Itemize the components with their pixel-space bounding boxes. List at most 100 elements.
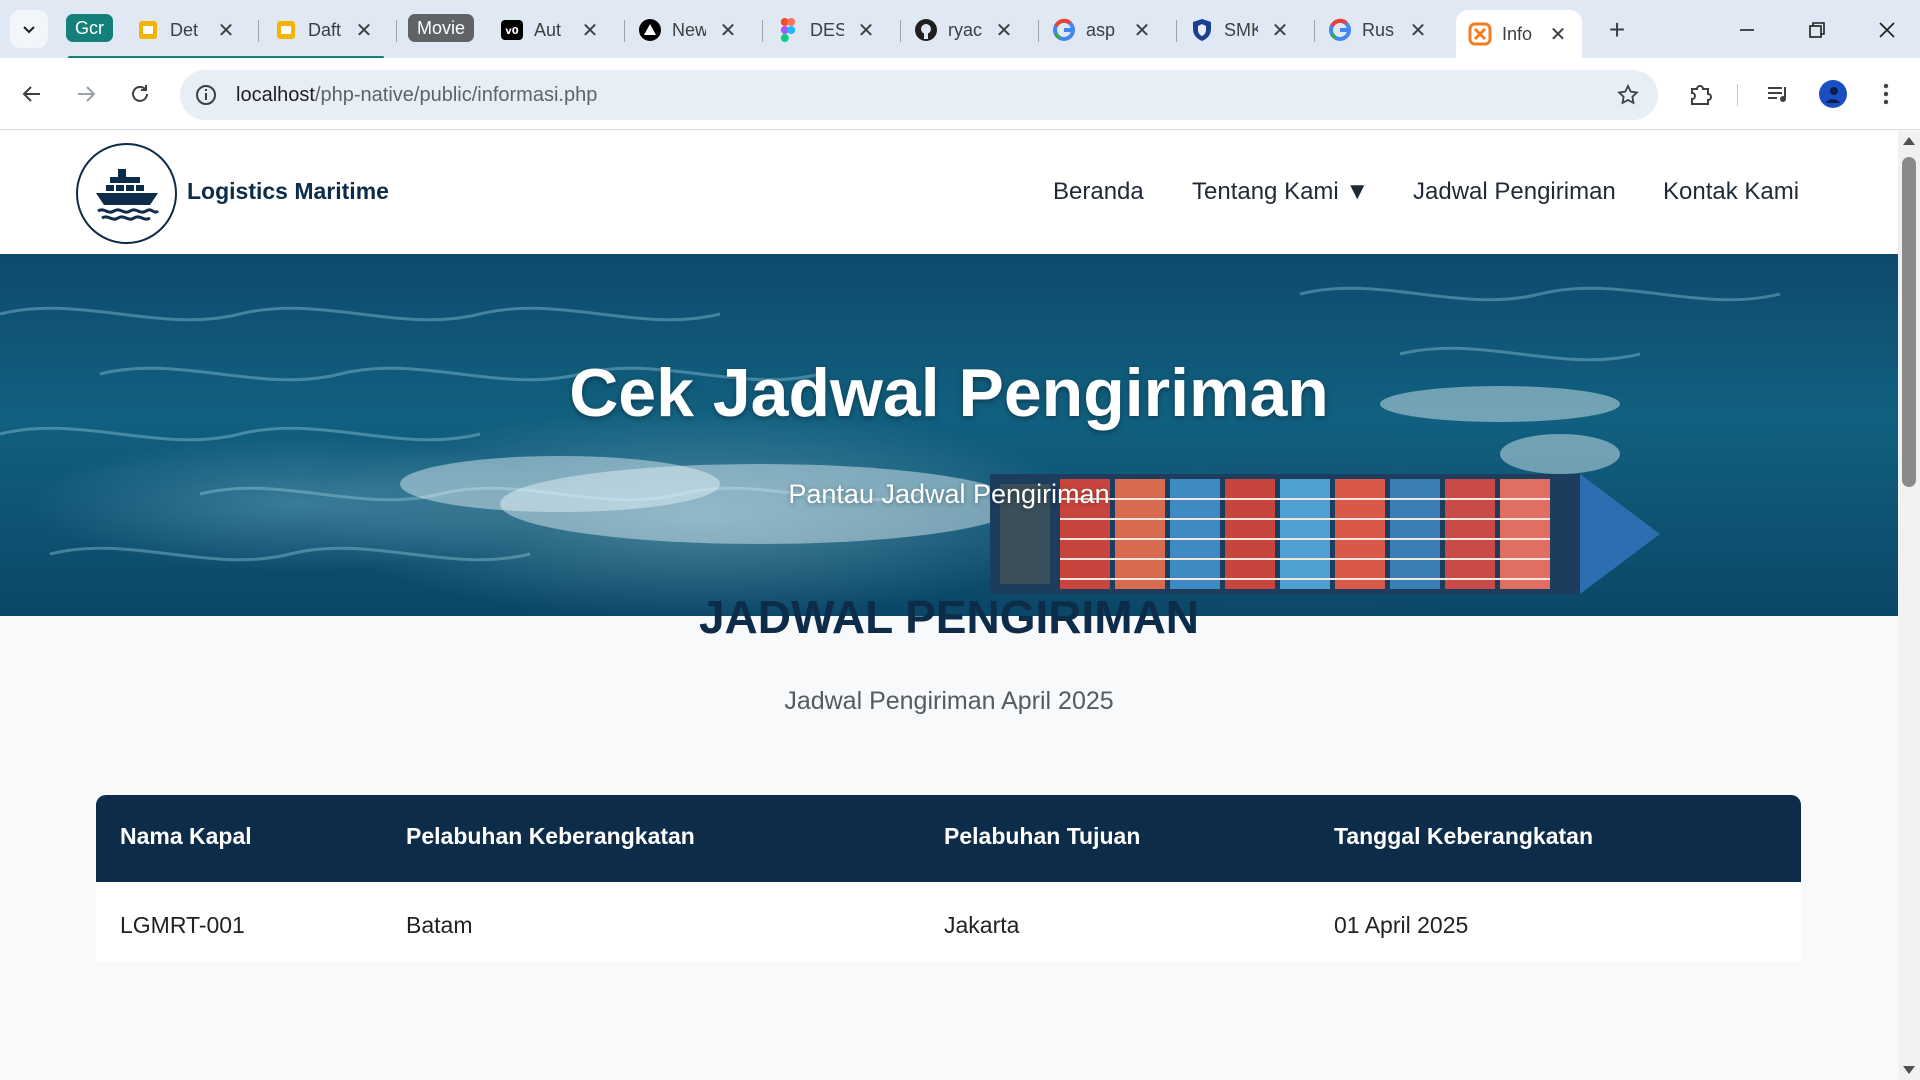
column-header: Pelabuhan Keberangkatan	[406, 823, 695, 849]
tab-separator	[258, 20, 259, 42]
minimize-icon	[1740, 29, 1754, 31]
close-icon[interactable]: ✕	[1406, 18, 1430, 43]
media-control-button[interactable]	[1758, 74, 1798, 114]
google-slides-icon	[136, 18, 160, 42]
cargo-ship-icon	[95, 168, 159, 221]
avatar-icon	[1819, 80, 1847, 108]
chevron-down-icon	[23, 26, 35, 34]
browser-tab[interactable]: ryac ✕	[902, 10, 1016, 50]
arrow-right-icon	[78, 86, 96, 102]
scrollbar-thumb[interactable]	[1902, 157, 1916, 487]
site-logo[interactable]	[76, 143, 177, 244]
browser-tab-active[interactable]: Info ✕	[1456, 10, 1582, 58]
nav-link-home[interactable]: Beranda	[1053, 178, 1144, 206]
reload-button[interactable]	[120, 74, 160, 114]
svg-text:v0: v0	[505, 26, 519, 37]
forward-button[interactable]	[66, 74, 106, 114]
close-icon[interactable]: ✕	[1546, 22, 1570, 47]
browser-tab[interactable]: Daft ✕	[262, 10, 376, 50]
close-icon[interactable]: ✕	[854, 18, 878, 43]
url-path: /php-native/public/informasi.php	[314, 84, 598, 106]
browser-tab[interactable]: New ✕	[626, 10, 740, 50]
browser-tab[interactable]: SMK ✕	[1178, 10, 1292, 50]
address-bar[interactable]: localhost/php-native/public/informasi.ph…	[180, 70, 1658, 120]
section-title: JADWAL PENGIRIMAN	[698, 591, 1200, 643]
brand-name[interactable]: Logistics Maritime	[187, 178, 389, 205]
profile-avatar[interactable]	[1813, 74, 1853, 114]
close-icon	[1879, 22, 1895, 38]
google-icon	[1328, 18, 1352, 42]
nav-link-about-dropdown[interactable]: Tentang Kami ▼	[1192, 178, 1369, 206]
browser-tab[interactable]: Rus ✕	[1316, 10, 1430, 50]
close-icon[interactable]: ✕	[1130, 18, 1154, 43]
browser-tab-title: Aut	[534, 19, 562, 40]
nav-link-schedule[interactable]: Jadwal Pengiriman	[1413, 178, 1616, 206]
browser-tab-title: Det	[170, 19, 199, 40]
playlist-icon	[1768, 87, 1786, 102]
table-header: Nama Kapal Pelabuhan Keberangkatan Pelab…	[96, 795, 1801, 882]
close-window-button[interactable]	[1862, 12, 1912, 48]
close-icon[interactable]: ✕	[214, 18, 238, 43]
minimize-button[interactable]	[1722, 12, 1772, 48]
browser-tab[interactable]: Det ✕	[124, 10, 238, 50]
browser-tab[interactable]: asp ✕	[1040, 10, 1154, 50]
hero-banner: Cek Jadwal Pengiriman Pantau Jadwal Peng…	[0, 254, 1898, 616]
close-icon[interactable]: ✕	[578, 18, 602, 43]
reload-icon	[132, 85, 148, 102]
tab-separator	[624, 20, 625, 42]
figma-icon	[776, 18, 800, 42]
column-header: Tanggal Keberangkatan	[1334, 823, 1594, 849]
close-icon[interactable]: ✕	[992, 18, 1016, 43]
url-text[interactable]: localhost/php-native/public/informasi.ph…	[236, 84, 597, 107]
table-row: LGMRT-001 Batam Jakarta 01 April 2025	[96, 882, 1801, 962]
restore-icon	[1809, 22, 1825, 38]
close-icon[interactable]: ✕	[716, 18, 740, 43]
toolbar-divider	[1737, 84, 1738, 106]
table-cell: LGMRT-001	[120, 912, 245, 938]
browser-tab-title: New	[672, 19, 706, 40]
site-navbar: Logistics Maritime Beranda Tentang Kami …	[0, 131, 1898, 254]
url-host: localhost	[236, 84, 315, 106]
tab-strip: Gcr Det ✕ Daft ✕ Movie v0 Aut ✕ New ✕ DE…	[0, 0, 1920, 59]
new-tab-button[interactable]: +	[1600, 14, 1634, 48]
tab-search-button[interactable]	[10, 10, 48, 48]
browser-tab-title: SMK	[1224, 19, 1258, 40]
page-scrollbar[interactable]	[1898, 131, 1920, 1080]
tab-separator	[900, 20, 901, 42]
section-subtitle: Jadwal Pengiriman April 2025	[784, 687, 1114, 715]
scroll-up-arrow-icon[interactable]	[1903, 137, 1915, 145]
table-cell: Batam	[406, 912, 473, 938]
hero-subtitle: Pantau Jadwal Pengiriman	[788, 479, 1110, 509]
tab-separator	[1038, 20, 1039, 42]
browser-tab-title: Daft	[308, 19, 342, 40]
tab-group-chip-gcr[interactable]: Gcr	[66, 14, 113, 42]
hero-title: Cek Jadwal Pengiriman	[569, 355, 1329, 431]
more-vertical-icon	[1883, 83, 1889, 105]
close-icon[interactable]: ✕	[1268, 18, 1292, 43]
restore-button[interactable]	[1792, 12, 1842, 48]
arrow-left-icon	[22, 86, 40, 102]
back-button[interactable]	[12, 74, 52, 114]
google-icon	[1052, 18, 1076, 42]
browser-tab-title: Info	[1502, 23, 1533, 44]
google-slides-icon	[274, 18, 298, 42]
browser-menu-button[interactable]	[1866, 74, 1906, 114]
browser-tab-title: DES	[810, 19, 844, 40]
nav-link-contact[interactable]: Kontak Kami	[1663, 178, 1799, 206]
browser-tab-title: ryac	[948, 19, 982, 40]
close-icon[interactable]: ✕	[352, 18, 376, 43]
tab-group-chip-movie[interactable]: Movie	[408, 14, 475, 42]
browser-tab[interactable]: v0 Aut ✕	[488, 10, 602, 50]
tab-separator	[1314, 20, 1315, 42]
table-cell: Jakarta	[944, 912, 1020, 938]
shield-crest-icon	[1190, 18, 1214, 42]
github-icon	[914, 18, 938, 42]
browser-tab[interactable]: DES ✕	[764, 10, 878, 50]
scroll-down-arrow-icon[interactable]	[1903, 1066, 1915, 1074]
info-icon[interactable]	[194, 83, 218, 107]
bookmark-star-icon[interactable]	[1616, 83, 1640, 107]
v0-icon: v0	[500, 18, 524, 42]
triangle-logo-icon	[638, 18, 662, 42]
extensions-button[interactable]	[1680, 74, 1720, 114]
column-header: Pelabuhan Tujuan	[944, 823, 1141, 849]
